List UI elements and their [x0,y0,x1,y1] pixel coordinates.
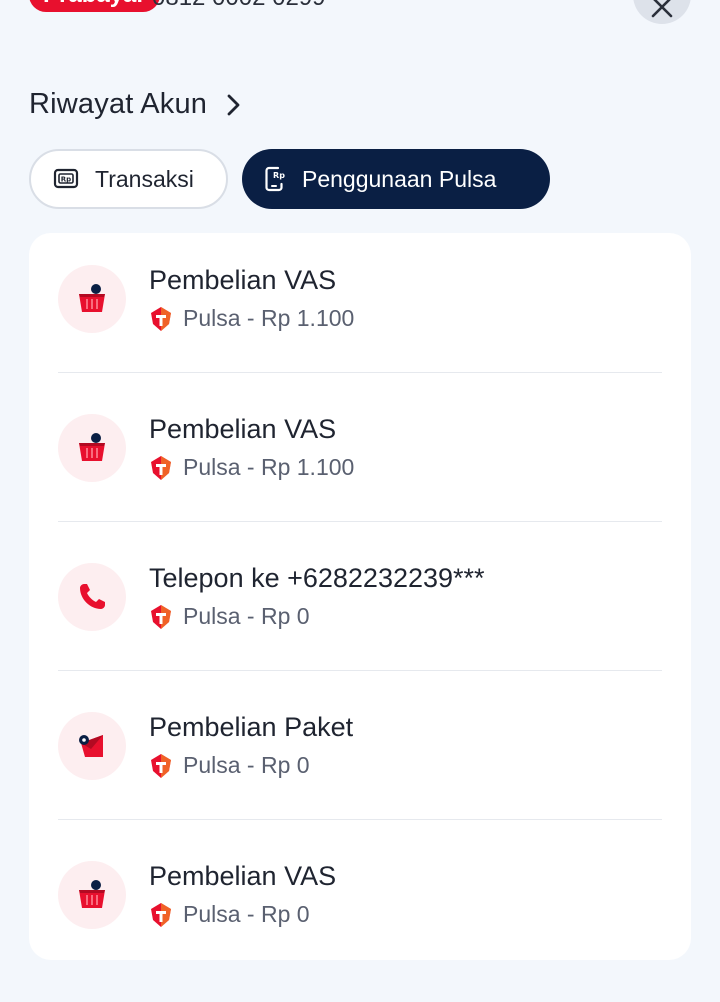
item-title: Pembelian VAS [149,265,337,295]
tab-label: Transaksi [95,165,194,192]
item-subtitle: Pulsa - Rp 0 [149,603,310,630]
phone-call-icon [80,584,105,609]
shopping-basket-icon [79,433,105,461]
rp-receipt-icon: Rp [53,168,79,189]
item-icon-container [58,265,126,333]
item-subtitle: Pulsa - Rp 0 [149,752,310,779]
tab-transaksi[interactable]: Rp Transaksi [29,149,228,209]
item-subtitle: Pulsa - Rp 1.100 [149,454,354,481]
item-cost: Pulsa - Rp 1.100 [183,454,355,480]
tab-penggunaan-pulsa[interactable]: Rp Penggunaan Pulsa [242,149,550,209]
svg-text:Rp: Rp [61,176,71,184]
shopping-basket-icon [79,284,105,312]
phone-number: 0812 0002 0299 [152,0,326,12]
close-button[interactable] [633,0,691,24]
tab-label: Penggunaan Pulsa [302,165,497,192]
list-item[interactable]: Telepon ke +6282232239*** Pulsa - Rp 0 [58,531,662,651]
package-icon [79,735,103,757]
svg-text:Rp: Rp [273,171,285,180]
account-header: Prabayar 0812 0002 0299 [0,0,720,30]
telkomsel-logo-icon [151,455,171,480]
item-icon-container [58,563,126,631]
list-item[interactable]: Pembelian VAS Pulsa - Rp 0 [58,829,662,949]
item-cost: Pulsa - Rp 0 [183,603,310,629]
divider [58,819,662,820]
item-icon-container [58,712,126,780]
section-title: Riwayat Akun [29,88,208,120]
list-item[interactable]: Pembelian Paket Pulsa - Rp 0 [58,680,662,800]
close-icon [651,0,673,18]
list-item[interactable]: Pembelian VAS Pulsa - Rp 1.100 [58,382,662,502]
account-type-badge: Prabayar [29,0,160,12]
divider [58,670,662,671]
divider [58,521,662,522]
item-cost: Pulsa - Rp 0 [183,752,310,778]
account-history-link[interactable]: Riwayat Akun [29,88,241,121]
history-tabs: Rp Transaksi Rp Penggunaan Pulsa [29,149,550,209]
item-icon-container [58,861,126,929]
telkomsel-logo-icon [151,306,171,331]
item-cost: Pulsa - Rp 0 [183,901,310,927]
usage-history-list: Pembelian VAS Pulsa - Rp 1.100 Pembelian… [29,233,691,960]
item-icon-container [58,414,126,482]
list-item[interactable]: Pembelian VAS Pulsa - Rp 1.100 [58,233,662,353]
divider [58,372,662,373]
shopping-basket-icon [79,880,105,908]
item-subtitle: Pulsa - Rp 1.100 [149,305,354,332]
phone-rp-icon: Rp [265,166,285,192]
item-title: Pembelian Paket [149,712,354,742]
item-subtitle: Pulsa - Rp 0 [149,901,310,928]
item-title: Pembelian VAS [149,861,337,891]
item-title: Pembelian VAS [149,414,337,444]
item-title: Telepon ke +6282232239*** [149,563,485,593]
telkomsel-logo-icon [151,753,171,778]
telkomsel-logo-icon [151,604,171,629]
telkomsel-logo-icon [151,902,171,927]
item-cost: Pulsa - Rp 1.100 [183,305,355,331]
chevron-right-icon [227,94,240,115]
